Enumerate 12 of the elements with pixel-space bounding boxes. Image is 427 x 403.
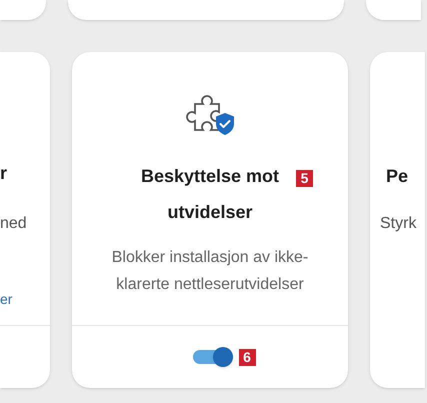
card-description: Styrk: [380, 214, 418, 234]
card-link[interactable]: er: [0, 289, 50, 309]
card-description: Blokker installasjon av ikke-klarerte nettleserutvidelser: [110, 248, 310, 295]
toggle-switch[interactable]: [192, 347, 232, 367]
card-title: Beskyttelse mot utvidelser: [140, 165, 280, 224]
number-badge: 5: [296, 170, 313, 186]
card-title: r: [0, 162, 8, 185]
card-background: [366, 0, 421, 20]
card-description: ned: [0, 214, 28, 234]
card-title: Pe: [385, 165, 410, 188]
number-badge: 6: [238, 348, 256, 366]
card-background: [0, 0, 46, 20]
